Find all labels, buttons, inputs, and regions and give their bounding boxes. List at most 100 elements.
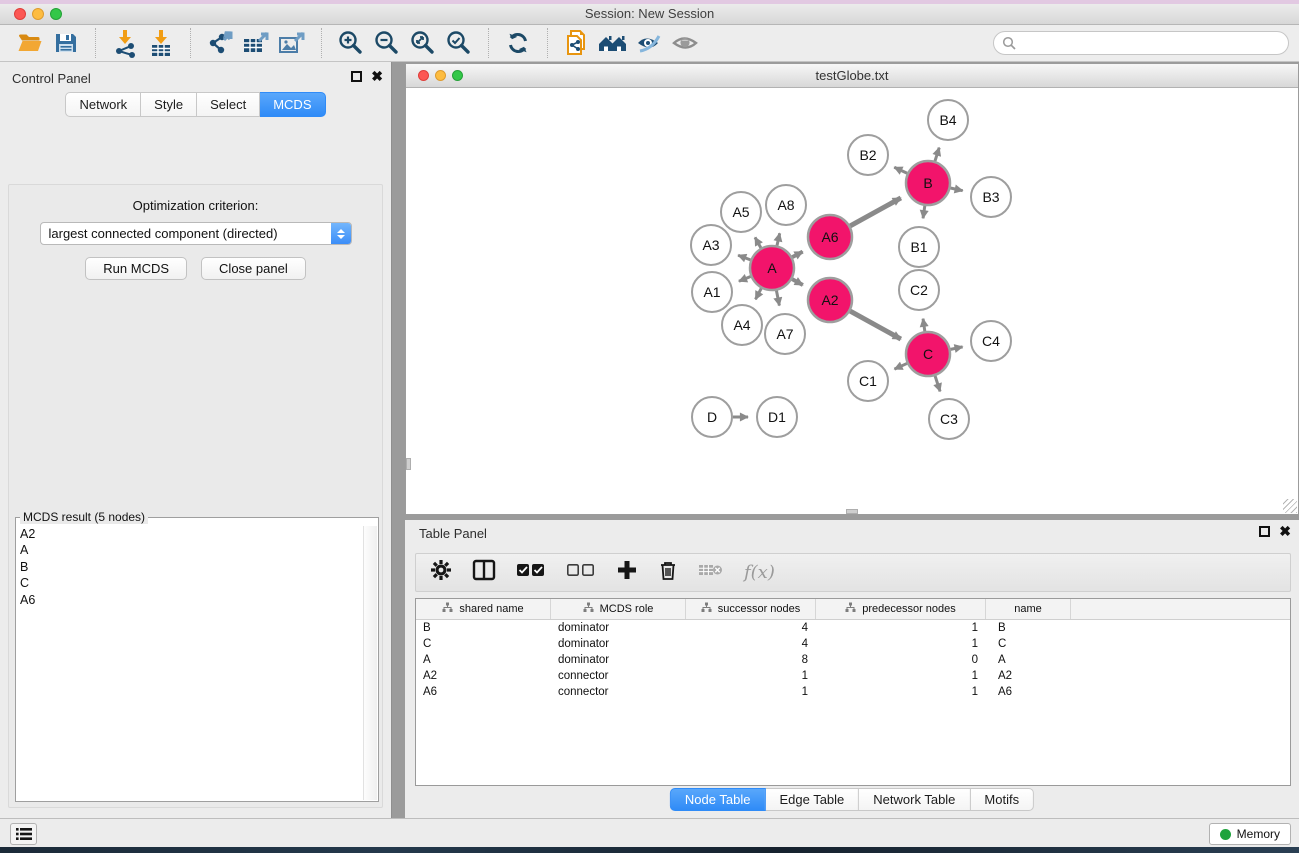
edge-A-A8[interactable] xyxy=(777,233,780,245)
table-row[interactable]: A6connector11A6 xyxy=(416,684,1290,700)
search-field[interactable] xyxy=(993,31,1289,55)
network-graph[interactable]: B4B2BB3A8A5A6A3B1AC2A1A2A4A7C4CC1DD1C3 xyxy=(406,88,1298,514)
graph-node-A5[interactable]: A5 xyxy=(721,192,761,232)
run-mcds-button[interactable]: Run MCDS xyxy=(85,257,187,280)
mcds-result-list[interactable]: A2ABCA6 xyxy=(20,526,362,799)
deselect-all-checkboxes-icon[interactable] xyxy=(566,562,596,583)
edge-B-B4[interactable] xyxy=(935,148,939,161)
edge-B-B1[interactable] xyxy=(923,206,925,219)
edge-A-A5[interactable] xyxy=(755,237,761,248)
zoom-selected-icon[interactable] xyxy=(441,27,477,59)
zoom-window-button[interactable] xyxy=(50,8,62,20)
graph-node-A2[interactable]: A2 xyxy=(808,278,852,322)
network-window-titlebar[interactable]: testGlobe.txt xyxy=(406,64,1298,88)
close-window-button[interactable] xyxy=(14,8,26,20)
tab-network-table[interactable]: Network Table xyxy=(859,788,970,811)
zoom-in-icon[interactable] xyxy=(333,27,369,59)
open-file-icon[interactable] xyxy=(12,27,48,59)
gear-icon[interactable] xyxy=(430,559,452,586)
table-row[interactable]: Adominator80A xyxy=(416,652,1290,668)
function-builder-icon[interactable]: f(x) xyxy=(744,562,775,583)
export-network-icon[interactable] xyxy=(202,27,238,59)
tab-mcds[interactable]: MCDS xyxy=(260,92,325,117)
edge-C-C4[interactable] xyxy=(951,347,963,349)
tab-edge-table[interactable]: Edge Table xyxy=(765,788,859,811)
graph-node-D[interactable]: D xyxy=(692,397,732,437)
column-header[interactable]: successor nodes xyxy=(686,599,816,619)
canvas-scroll-handle[interactable] xyxy=(406,458,411,470)
hide-details-icon[interactable] xyxy=(631,27,667,59)
network-close-button[interactable] xyxy=(418,70,429,81)
edge-C-C2[interactable] xyxy=(923,319,925,332)
edge-A-A3[interactable] xyxy=(738,255,750,260)
float-table-panel-icon[interactable] xyxy=(1259,526,1270,537)
dropdown-stepper-icon[interactable] xyxy=(331,223,351,244)
network-view-window[interactable]: testGlobe.txt B4B2BB3A8A5A6A3B1AC2A1A2A4… xyxy=(405,63,1299,515)
network-minimize-button[interactable] xyxy=(435,70,446,81)
memory-button[interactable]: Memory xyxy=(1209,823,1291,845)
edge-A-A6[interactable] xyxy=(792,252,802,258)
edge-C-C1[interactable] xyxy=(894,363,907,369)
result-item[interactable]: A6 xyxy=(20,592,362,608)
edge-A-A7[interactable] xyxy=(776,291,779,306)
tab-motifs[interactable]: Motifs xyxy=(970,788,1034,811)
graph-node-C1[interactable]: C1 xyxy=(848,361,888,401)
graph-node-C3[interactable]: C3 xyxy=(929,399,969,439)
table-row[interactable]: Cdominator41C xyxy=(416,636,1290,652)
close-table-panel-icon[interactable]: ✖ xyxy=(1279,526,1291,537)
duplicate-network-icon[interactable] xyxy=(559,27,595,59)
zoom-out-icon[interactable] xyxy=(369,27,405,59)
float-panel-icon[interactable] xyxy=(351,71,362,82)
canvas-scroll-handle[interactable] xyxy=(846,509,858,514)
graph-node-C[interactable]: C xyxy=(906,332,950,376)
column-header[interactable]: name xyxy=(986,599,1071,619)
edge-C-C3[interactable] xyxy=(935,376,940,392)
show-details-icon[interactable] xyxy=(667,27,703,59)
window-titlebar[interactable]: Session: New Session xyxy=(0,4,1299,25)
home-icon[interactable] xyxy=(595,27,631,59)
column-header[interactable]: MCDS role xyxy=(551,599,686,619)
graph-node-A6[interactable]: A6 xyxy=(808,215,852,259)
result-item[interactable]: A2 xyxy=(20,526,362,542)
import-network-icon[interactable] xyxy=(107,27,143,59)
save-session-icon[interactable] xyxy=(48,27,84,59)
tab-style[interactable]: Style xyxy=(141,92,197,117)
delete-column-icon[interactable] xyxy=(658,559,678,586)
graph-node-B4[interactable]: B4 xyxy=(928,100,968,140)
split-view-icon[interactable] xyxy=(472,559,496,586)
tab-node-table[interactable]: Node Table xyxy=(670,788,766,811)
result-item[interactable]: A xyxy=(20,542,362,558)
network-canvas[interactable]: B4B2BB3A8A5A6A3B1AC2A1A2A4A7C4CC1DD1C3 xyxy=(406,88,1298,514)
close-panel-button[interactable]: Close panel xyxy=(201,257,306,280)
result-item[interactable]: B xyxy=(20,559,362,575)
graph-node-A4[interactable]: A4 xyxy=(722,305,762,345)
column-header[interactable]: shared name xyxy=(416,599,551,619)
edge-A2-C[interactable] xyxy=(850,311,901,339)
column-header[interactable]: predecessor nodes xyxy=(816,599,986,619)
graph-node-B1[interactable]: B1 xyxy=(899,227,939,267)
table-row[interactable]: A2connector11A2 xyxy=(416,668,1290,684)
graph-node-B3[interactable]: B3 xyxy=(971,177,1011,217)
edge-A-A4[interactable] xyxy=(756,288,762,299)
network-zoom-button[interactable] xyxy=(452,70,463,81)
export-image-icon[interactable] xyxy=(274,27,310,59)
graph-node-C2[interactable]: C2 xyxy=(899,270,939,310)
show-panels-list-button[interactable] xyxy=(10,823,37,845)
optimization-criterion-dropdown[interactable]: largest connected component (directed) xyxy=(40,222,352,245)
graph-node-A[interactable]: A xyxy=(750,246,794,290)
search-input[interactable] xyxy=(1021,36,1280,50)
graph-node-A7[interactable]: A7 xyxy=(765,314,805,354)
graph-node-A1[interactable]: A1 xyxy=(692,272,732,312)
edge-A-A1[interactable] xyxy=(739,277,751,282)
graph-node-A3[interactable]: A3 xyxy=(691,225,731,265)
node-table[interactable]: shared nameMCDS rolesuccessor nodesprede… xyxy=(415,598,1291,786)
delete-table-icon[interactable] xyxy=(698,561,724,584)
tab-select[interactable]: Select xyxy=(197,92,260,117)
graph-node-B2[interactable]: B2 xyxy=(848,135,888,175)
minimize-window-button[interactable] xyxy=(32,8,44,20)
select-all-checkboxes-icon[interactable] xyxy=(516,562,546,583)
graph-node-C4[interactable]: C4 xyxy=(971,321,1011,361)
add-column-icon[interactable] xyxy=(616,559,638,586)
edge-A-A2[interactable] xyxy=(792,279,803,285)
graph-node-B[interactable]: B xyxy=(906,161,950,205)
